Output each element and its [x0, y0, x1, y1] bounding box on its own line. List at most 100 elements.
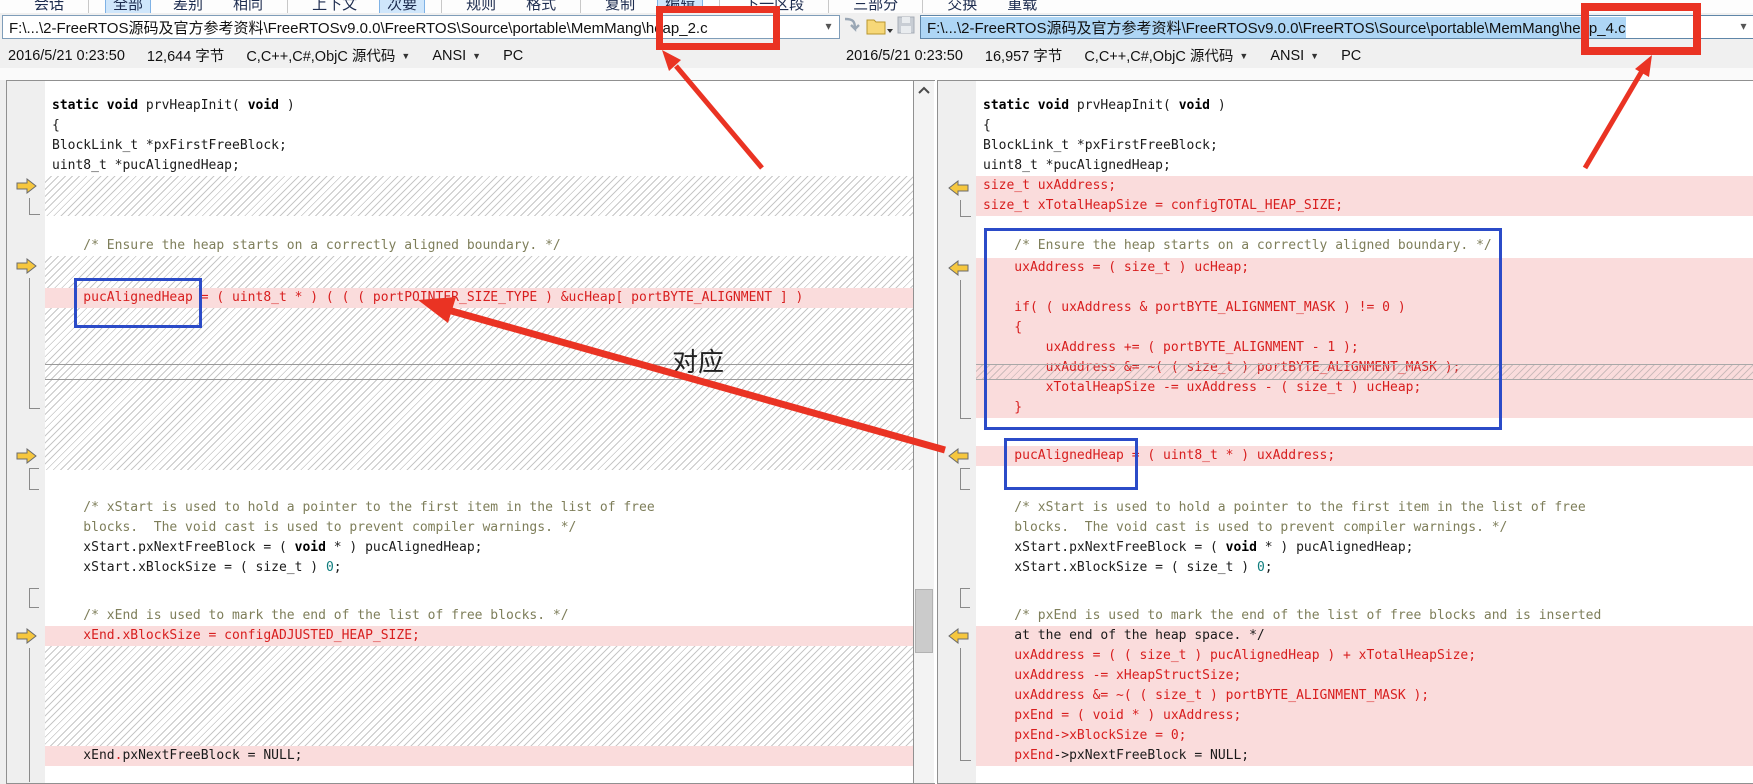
toolbar-separator	[441, 0, 442, 13]
code-segment: static	[52, 98, 99, 113]
swap-sides-icon[interactable]	[841, 15, 863, 37]
left-file-platform: PC	[503, 48, 523, 64]
left-file-date: 2016/5/21 0:23:50	[8, 48, 125, 64]
right-path-text: F:\...\2-FreeRTOS源码及官方参考资料\FreeRTOSv9.0.…	[921, 17, 1626, 38]
code-line: blocks. The void cast is used to prevent…	[45, 518, 913, 538]
code-segment: ->pxNextFreeBlock = NULL;	[1053, 748, 1249, 763]
code-segment: xEnd.xBlockSize = configADJUSTED_HEAP_SI…	[52, 628, 420, 643]
code-segment: void	[248, 98, 279, 113]
correspondence-label: 对应	[672, 342, 724, 379]
code-segment: * ) pucAlignedHeap;	[1257, 540, 1414, 555]
diff-code-line: uxAddress &= ~( ( size_t ) portBYTE_ALIG…	[976, 686, 1753, 706]
left-file-encoding-dropdown-icon[interactable]: ▼	[472, 51, 481, 61]
code-segment: xStart.pxNextFreeBlock = (	[52, 540, 295, 555]
left-vertical-scrollbar[interactable]	[914, 81, 934, 783]
diff-gap-hatch	[45, 646, 913, 746]
code-line: BlockLink_t *pxFirstFreeBlock;	[45, 136, 913, 156]
diff-arrow-left-icon	[946, 628, 970, 643]
diff-code-line: uxAddress = ( ( size_t ) pucAlignedHeap …	[976, 646, 1753, 666]
code-segment: uint8_t *pucAlignedHeap;	[983, 158, 1171, 173]
diff-section-bracket	[29, 468, 39, 490]
toolbar-button-0[interactable]: 会话	[26, 0, 72, 13]
diff-code-line: pxEnd->xBlockSize = 0;	[976, 726, 1753, 746]
code-line: xStart.xBlockSize = ( size_t ) 0;	[45, 558, 913, 578]
toolbar-button-7[interactable]: 次要	[379, 0, 425, 13]
diff-section-bracket	[29, 198, 40, 215]
code-segment: /* xStart is used to hold a pointer to t…	[52, 500, 655, 515]
code-segment	[99, 98, 107, 113]
code-segment: uxAddress = ( ( size_t ) pucAlignedHeap …	[983, 648, 1476, 663]
left-path-dropdown-icon[interactable]: ▾	[821, 19, 836, 34]
left-code-editor[interactable]: static void prvHeapInit( void ){BlockLin…	[45, 81, 913, 783]
code-segment: 0	[1257, 560, 1265, 575]
main-toolbar: 会话全部差别相同上下文次要规则格式复制编辑下一区段三部分交换重载	[0, 0, 1753, 13]
toolbar-button-10[interactable]: 格式	[518, 0, 564, 13]
diff-arrow-right-icon	[15, 258, 39, 273]
toolbar-button-20[interactable]: 重载	[999, 0, 1045, 13]
code-segment: uxAddress &= ~( ( size_t ) portBYTE_ALIG…	[983, 688, 1429, 703]
toolbar-separator	[287, 0, 288, 13]
code-segment: xStart.xBlockSize = ( size_t )	[983, 560, 1257, 575]
toolbar-button-9[interactable]: 规则	[458, 0, 504, 13]
code-segment: pxEnd->xBlockSize = 0;	[983, 728, 1187, 743]
blue-box-right-pucalignedheap	[1004, 438, 1138, 490]
diff-section-bracket	[960, 588, 970, 608]
code-segment: void	[1179, 98, 1210, 113]
diff-code-line: xEnd.xBlockSize = configADJUSTED_HEAP_SI…	[45, 626, 913, 646]
right-code-editor[interactable]: static void prvHeapInit( void ) { BlockLin…	[976, 81, 1753, 783]
diff-section-bracket	[960, 648, 971, 761]
code-line: {	[45, 116, 913, 136]
diff-code-line: pxEnd->pxNextFreeBlock = NULL;	[976, 746, 1753, 766]
code-segment: blocks. The void cast is used to prevent…	[983, 520, 1507, 535]
code-segment: /* Ensure the heap starts on a correctly…	[52, 238, 561, 253]
left-file-encoding[interactable]: ANSI	[432, 48, 466, 64]
code-segment: pxEnd = ( void * ) uxAddress;	[983, 708, 1241, 723]
right-file-type-dropdown-icon[interactable]: ▼	[1239, 51, 1248, 61]
toolbar-button-6[interactable]: 上下文	[304, 0, 365, 13]
code-segment: void	[107, 98, 138, 113]
right-file-platform: PC	[1341, 48, 1361, 64]
toolbar-separator	[580, 0, 581, 13]
toolbar-button-3[interactable]: 差别	[165, 0, 211, 13]
code-segment: blocks. The void cast is used to prevent…	[52, 520, 576, 535]
right-file-encoding-dropdown-icon[interactable]: ▼	[1310, 51, 1319, 61]
red-box-heap4-filename	[1581, 3, 1701, 55]
blue-box-right-alignment-block	[984, 228, 1502, 430]
code-segment: size_t xTotalHeapSize = configTOTAL_HEAP…	[983, 198, 1343, 213]
code-segment: static	[983, 98, 1030, 113]
left-file-type-dropdown-icon[interactable]: ▼	[401, 51, 410, 61]
browse-folder-icon[interactable]	[866, 15, 888, 37]
code-line: xStart.pxNextFreeBlock = ( void * ) pucA…	[45, 538, 913, 558]
code-line: uint8_t *pucAlignedHeap;	[976, 156, 1753, 176]
code-segment: void	[295, 540, 326, 555]
code-segment: /* pxEnd is used to mark the end of the …	[983, 608, 1601, 623]
toolbar-button-4[interactable]: 相同	[225, 0, 271, 13]
toolbar-button-17[interactable]: 三部分	[845, 0, 906, 13]
right-path-dropdown-icon[interactable]: ▾	[1736, 19, 1751, 34]
right-file-meta: 2016/5/21 0:23:50 16,957 字节 C,C++,C#,Obj…	[846, 45, 1361, 66]
left-path-text: F:\...\2-FreeRTOS源码及官方参考资料\FreeRTOSv9.0.…	[3, 17, 708, 38]
code-segment: xStart.pxNextFreeBlock = (	[983, 540, 1226, 555]
code-segment: ;	[334, 560, 342, 575]
diff-arrow-right-icon	[15, 448, 39, 463]
diff-code-line: uxAddress -= xHeapStructSize;	[976, 666, 1753, 686]
diff-code-line: pxEnd = ( void * ) uxAddress;	[976, 706, 1753, 726]
scrollbar-thumb[interactable]	[915, 589, 933, 653]
right-file-type[interactable]: C,C++,C#,ObjC 源代码	[1084, 45, 1233, 66]
code-segment: )	[1210, 98, 1226, 113]
code-line: {	[976, 116, 1753, 136]
toolbar-separator	[88, 0, 89, 13]
code-segment: ;	[1265, 560, 1273, 575]
code-line: static void prvHeapInit( void )	[976, 96, 1753, 116]
left-file-type[interactable]: C,C++,C#,ObjC 源代码	[246, 45, 395, 66]
code-segment: BlockLink_t *pxFirstFreeBlock;	[983, 138, 1218, 153]
toolbar-button-12[interactable]: 复制	[597, 0, 643, 13]
right-file-encoding[interactable]: ANSI	[1270, 48, 1304, 64]
code-segment: )	[279, 98, 295, 113]
save-file-icon[interactable]	[896, 15, 918, 37]
scroll-up-icon[interactable]	[916, 83, 932, 99]
path-row: F:\...\2-FreeRTOS源码及官方参考资料\FreeRTOSv9.0.…	[0, 13, 1753, 41]
toolbar-button-19[interactable]: 交换	[939, 0, 985, 13]
code-segment: {	[983, 118, 991, 133]
toolbar-button-2[interactable]: 全部	[105, 0, 151, 13]
